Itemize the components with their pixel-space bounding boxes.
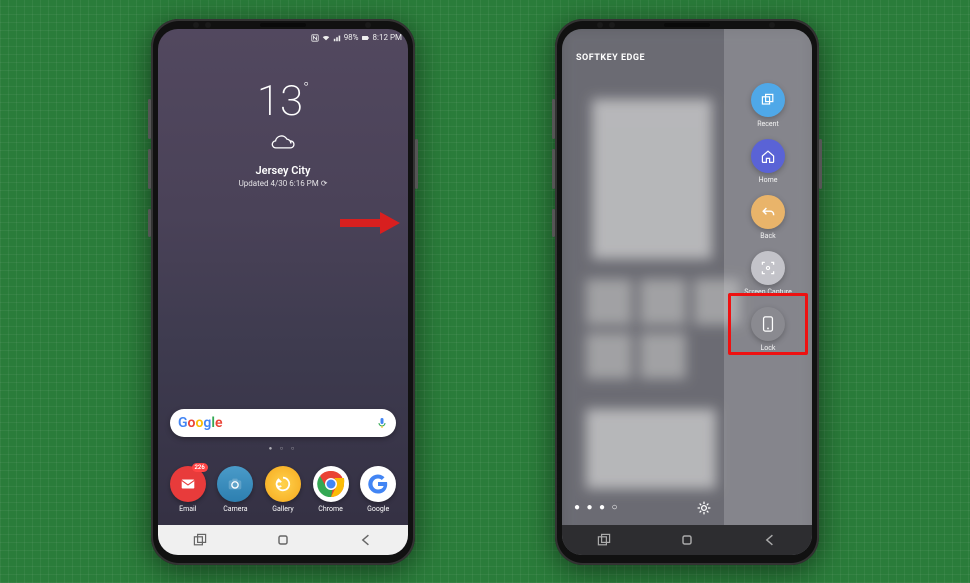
app-label: Google — [367, 505, 389, 513]
volume-up-button[interactable] — [148, 99, 151, 139]
app-label: Gallery — [272, 505, 293, 513]
email-badge: 226 — [192, 463, 208, 472]
nfc-icon — [311, 34, 319, 42]
google-search-bar[interactable]: Google — [170, 409, 396, 437]
app-email[interactable]: 226 Email — [166, 466, 210, 513]
email-icon — [179, 475, 197, 493]
edge-panel-screen: SOFTKEY EDGE Recent Home — [562, 29, 812, 555]
app-label: Email — [179, 505, 196, 513]
cloud-icon — [269, 130, 297, 150]
recents-icon[interactable] — [596, 532, 612, 548]
panel-pager[interactable]: ● ● ● ○ — [574, 502, 620, 513]
nav-bar — [562, 525, 812, 555]
app-camera[interactable]: Camera — [213, 466, 257, 513]
bixby-button[interactable] — [148, 209, 151, 237]
bixby-button[interactable] — [552, 209, 555, 237]
app-google[interactable]: Google — [356, 466, 400, 513]
speaker-grille — [260, 23, 306, 27]
mic-icon[interactable] — [376, 417, 388, 429]
edge-item-back[interactable]: Back — [751, 195, 785, 240]
chrome-icon — [317, 470, 345, 498]
signal-icon — [333, 34, 341, 42]
settings-icon[interactable] — [696, 500, 712, 516]
volume-down-button[interactable] — [552, 149, 555, 189]
back-icon[interactable] — [358, 532, 374, 548]
home-icon[interactable] — [679, 532, 695, 548]
sensor-dot — [205, 22, 211, 28]
front-camera — [769, 22, 775, 28]
battery-icon — [362, 34, 370, 42]
updated-label: Updated 4/30 6:16 PM ⟳ — [158, 179, 408, 188]
front-camera — [365, 22, 371, 28]
edge-label: Recent — [757, 120, 779, 128]
edge-item-recent[interactable]: Recent — [751, 83, 785, 128]
panel-title: SOFTKEY EDGE — [576, 53, 645, 63]
home-icon — [760, 148, 776, 164]
edge-panel: Recent Home Back — [724, 29, 812, 525]
volume-up-button[interactable] — [552, 99, 555, 139]
power-button[interactable] — [415, 139, 418, 189]
battery-percent: 98% — [344, 33, 359, 42]
sensor-dot — [597, 22, 603, 28]
edge-label: Back — [760, 232, 775, 240]
edge-label: Home — [759, 176, 778, 184]
camera-icon — [226, 475, 244, 493]
app-label: Camera — [223, 505, 247, 513]
phone-left: 98% 8:12 PM 13° Jersey City Updated 4/30… — [151, 19, 415, 565]
app-chrome[interactable]: Chrome — [309, 466, 353, 513]
sensor-dot — [193, 22, 199, 28]
power-button[interactable] — [819, 139, 822, 189]
edge-item-screen-capture[interactable]: Screen Capture — [744, 251, 792, 296]
screen-capture-icon — [760, 260, 776, 276]
temperature: 13° — [158, 77, 408, 126]
page-indicator: ● ○ ○ — [158, 445, 408, 452]
recent-icon — [760, 92, 776, 108]
speaker-grille — [664, 23, 710, 27]
back-icon[interactable] — [762, 532, 778, 548]
recents-icon[interactable] — [192, 532, 208, 548]
app-label: Chrome — [318, 505, 343, 513]
google-icon — [368, 474, 388, 494]
nav-bar — [158, 525, 408, 555]
edge-item-home[interactable]: Home — [751, 139, 785, 184]
home-icon[interactable] — [275, 532, 291, 548]
app-gallery[interactable]: Gallery — [261, 466, 305, 513]
home-screen: 98% 8:12 PM 13° Jersey City Updated 4/30… — [158, 29, 408, 555]
clock: 8:12 PM — [373, 33, 402, 42]
google-logo: Google — [178, 415, 223, 431]
status-bar: 98% 8:12 PM — [158, 29, 408, 47]
sensor-dot — [609, 22, 615, 28]
city-label: Jersey City — [158, 164, 408, 177]
wifi-icon — [322, 34, 330, 42]
phone-right: SOFTKEY EDGE Recent Home — [555, 19, 819, 565]
back-icon — [760, 204, 776, 220]
edge-toolbar: ● ● ● ○ — [562, 491, 724, 525]
volume-down-button[interactable] — [148, 149, 151, 189]
annotation-highlight-box — [728, 293, 808, 355]
weather-widget[interactable]: 13° Jersey City Updated 4/30 6:16 PM ⟳ — [158, 77, 408, 188]
annotation-arrow — [340, 210, 400, 236]
gallery-icon — [274, 475, 292, 493]
app-dock: 226 Email Camera Gallery — [158, 460, 408, 525]
